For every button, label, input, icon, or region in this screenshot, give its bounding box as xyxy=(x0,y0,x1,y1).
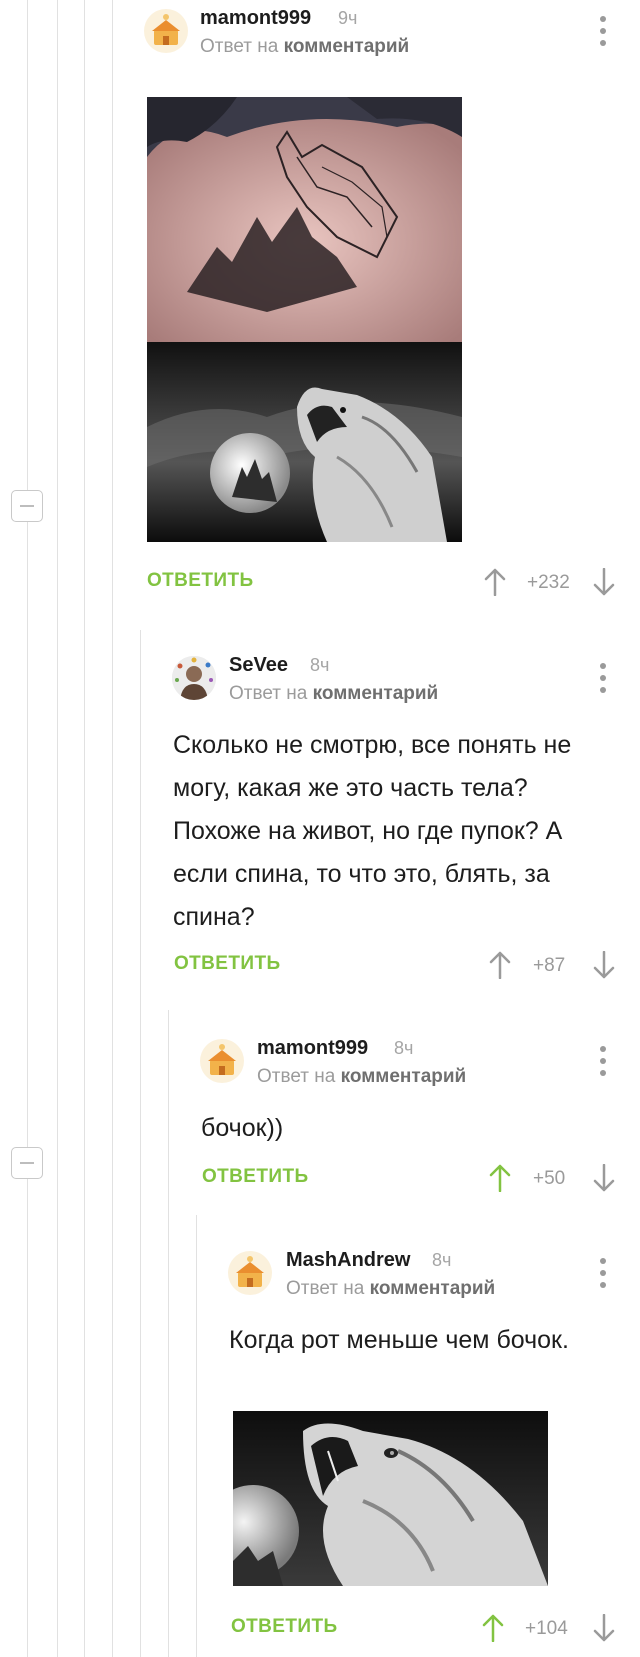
thread-line xyxy=(84,0,85,1657)
comment-text: Сколько не смотрю, все понять не могу, к… xyxy=(173,731,572,931)
thread-line xyxy=(196,1215,197,1657)
default-avatar-icon xyxy=(208,1044,236,1075)
thread-line xyxy=(27,0,28,1657)
comment-score: +104 xyxy=(525,1618,568,1639)
more-options-icon[interactable] xyxy=(598,1258,608,1288)
comment-time: 8ч xyxy=(394,1038,414,1058)
upvote-icon[interactable] xyxy=(482,1614,504,1642)
reply-to-link[interactable]: комментарий xyxy=(284,36,410,57)
downvote-icon[interactable] xyxy=(593,568,615,596)
downvote-icon[interactable] xyxy=(593,1614,615,1642)
reply-to-link[interactable]: комментарий xyxy=(370,1278,496,1299)
more-options-icon[interactable] xyxy=(598,663,608,693)
user-photo-avatar xyxy=(172,656,216,700)
comment-text: Когда рот меньше чем бочок. xyxy=(229,1326,569,1354)
avatar[interactable] xyxy=(200,1039,244,1083)
thread-line xyxy=(168,1010,169,1657)
reply-button[interactable]: ОТВЕТИТЬ xyxy=(174,953,281,975)
reply-to-line: Ответ на комментарий xyxy=(257,1066,467,1087)
reply-to-link[interactable]: комментарий xyxy=(313,683,439,704)
avatar[interactable] xyxy=(228,1251,272,1295)
username[interactable]: SeVee xyxy=(229,654,288,677)
thread-line xyxy=(140,630,141,1657)
username[interactable]: mamont999 xyxy=(257,1037,368,1060)
reply-button[interactable]: ОТВЕТИТЬ xyxy=(147,570,254,592)
upvote-icon[interactable] xyxy=(489,1164,511,1192)
thread-line xyxy=(112,0,113,1657)
comment-score: +87 xyxy=(533,955,566,976)
avatar[interactable] xyxy=(144,9,188,53)
reply-button[interactable]: ОТВЕТИТЬ xyxy=(231,1616,338,1638)
comment-image[interactable] xyxy=(147,97,462,542)
reply-to-line: Ответ на комментарий xyxy=(229,683,439,704)
reply-to-link[interactable]: комментарий xyxy=(341,1066,467,1087)
howling-wolf-image xyxy=(233,1411,548,1586)
wolf-tattoo-collage-image xyxy=(147,97,462,542)
upvote-icon[interactable] xyxy=(489,951,511,979)
collapse-thread-button[interactable] xyxy=(11,1147,43,1179)
default-avatar-icon xyxy=(236,1256,264,1287)
collapse-thread-button[interactable] xyxy=(11,490,43,522)
username[interactable]: mamont999 xyxy=(200,7,311,30)
comment-score: +50 xyxy=(533,1168,566,1189)
default-avatar-icon xyxy=(152,14,180,45)
downvote-icon[interactable] xyxy=(593,951,615,979)
comment-score: +232 xyxy=(527,572,570,593)
thread-line xyxy=(57,0,58,1657)
downvote-icon[interactable] xyxy=(593,1164,615,1192)
upvote-icon[interactable] xyxy=(484,568,506,596)
comment-time: 9ч xyxy=(338,8,358,28)
username[interactable]: MashAndrew xyxy=(286,1249,410,1272)
avatar[interactable] xyxy=(172,656,216,700)
reply-to-line: Ответ на комментарий xyxy=(286,1278,496,1299)
more-options-icon[interactable] xyxy=(598,16,608,46)
comment-image[interactable] xyxy=(233,1411,548,1586)
comment-text: бочок)) xyxy=(201,1114,284,1142)
comment-time: 8ч xyxy=(310,655,330,675)
reply-button[interactable]: ОТВЕТИТЬ xyxy=(202,1166,309,1188)
more-options-icon[interactable] xyxy=(598,1046,608,1076)
reply-to-line: Ответ на комментарий xyxy=(200,36,410,57)
comment-time: 8ч xyxy=(432,1250,452,1270)
